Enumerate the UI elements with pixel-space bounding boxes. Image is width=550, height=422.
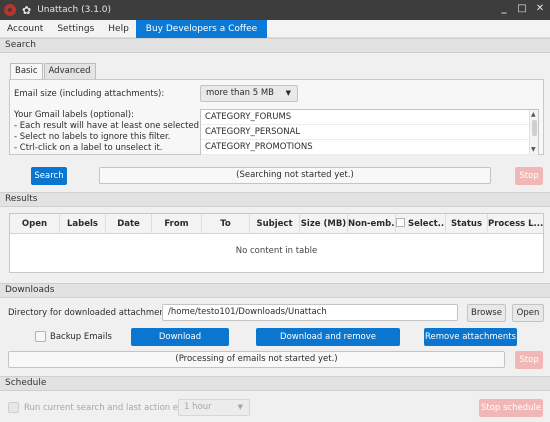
column-header-non-embedded[interactable]: Non-emb... [348, 214, 396, 234]
download-and-remove-button[interactable]: Download and remove attachments [256, 328, 400, 360]
tab-basic[interactable]: Basic [10, 63, 43, 79]
download-directory-field[interactable]: /home/testo101/Downloads/Unattach [162, 304, 458, 321]
stop-schedule-button[interactable]: Stop schedule [479, 399, 543, 417]
title-bar: ✿ Unattach (3.1.0) _ □ ✕ [0, 0, 550, 20]
column-header-open[interactable]: Open [10, 214, 60, 234]
schedule-interval-value: 1 hour [184, 402, 212, 412]
search-tabs: Basic Advanced [10, 63, 97, 79]
scroll-down-icon[interactable]: ▼ [531, 146, 536, 153]
table-empty-message: No content in table [235, 246, 318, 256]
labels-help-line: - Select no labels to ignore this filter… [14, 132, 171, 142]
labels-help-title: Your Gmail labels (optional): [14, 110, 134, 120]
column-header-to[interactable]: To [202, 214, 250, 234]
download-directory-label: Directory for downloaded attachments: [8, 308, 176, 318]
remove-attachments-button[interactable]: Remove attachments [424, 328, 517, 346]
gmail-labels-list[interactable]: CATEGORY_FORUMS CATEGORY_PERSONAL CATEGO… [200, 109, 539, 155]
menu-settings[interactable]: Settings [50, 20, 101, 38]
chevron-down-icon: ▼ [237, 403, 243, 411]
label-list-item[interactable]: CATEGORY_PROMOTIONS [201, 140, 538, 155]
open-directory-button[interactable]: Open [512, 304, 544, 322]
menu-account[interactable]: Account [0, 20, 50, 38]
column-header-selected-label: Select... [408, 219, 446, 229]
search-section-header[interactable]: Search [0, 38, 550, 53]
menu-help[interactable]: Help [101, 20, 136, 38]
download-attachments-button[interactable]: Download attachments [131, 328, 229, 360]
window-title: Unattach (3.1.0) [37, 5, 112, 15]
column-header-process-log[interactable]: Process L... [488, 214, 543, 234]
processing-status: (Processing of emails not started yet.) [8, 351, 505, 368]
column-header-status[interactable]: Status [446, 214, 488, 234]
labels-help-line: - Each result will have at least one sel… [14, 121, 226, 131]
close-icon[interactable]: ✕ [534, 3, 546, 14]
search-stop-button[interactable]: Stop [515, 167, 543, 185]
labels-scrollbar[interactable]: ▲ ▼ [529, 110, 538, 154]
label-list-item[interactable]: CATEGORY_FORUMS [201, 110, 538, 125]
label-list-item[interactable]: CATEGORY_PERSONAL [201, 125, 538, 140]
chevron-down-icon: ▼ [285, 89, 291, 97]
menu-buy-coffee[interactable]: Buy Developers a Coffee [135, 19, 268, 38]
maximize-icon[interactable]: □ [516, 3, 528, 14]
results-section-header[interactable]: Results [0, 192, 550, 207]
results-table-header: Open Labels Date From To Subject Size (M… [10, 214, 543, 234]
email-size-value: more than 5 MB [206, 88, 275, 98]
tab-advanced[interactable]: Advanced [43, 63, 96, 79]
column-header-subject[interactable]: Subject [250, 214, 300, 234]
browse-button[interactable]: Browse [467, 304, 506, 322]
schedule-run-label: Run current search and last action every [24, 403, 197, 413]
processing-stop-button[interactable]: Stop [515, 351, 543, 369]
scrollbar-thumb[interactable] [532, 120, 537, 136]
scroll-up-icon[interactable]: ▲ [531, 111, 536, 118]
column-header-selected[interactable]: Select... [396, 214, 446, 234]
backup-emails-checkbox[interactable] [35, 331, 46, 342]
select-all-checkbox[interactable] [396, 218, 405, 227]
menu-bar: Account Settings Help Buy Developers a C… [0, 19, 550, 38]
minimize-icon[interactable]: _ [498, 3, 510, 14]
gear-icon[interactable]: ✿ [22, 4, 31, 17]
column-header-date[interactable]: Date [106, 214, 152, 234]
window-controls: _ □ ✕ [498, 3, 546, 14]
column-header-size[interactable]: Size (MB) [300, 214, 348, 234]
backup-emails-label: Backup Emails [50, 332, 112, 342]
results-table[interactable]: Open Labels Date From To Subject Size (M… [9, 213, 544, 273]
labels-help-line: - Ctrl-click on a label to unselect it. [14, 143, 163, 153]
email-size-label: Email size (including attachments): [14, 89, 165, 99]
schedule-section-header[interactable]: Schedule [0, 376, 550, 391]
unattach-logo-icon [4, 4, 16, 16]
email-size-select[interactable]: more than 5 MB ▼ [200, 85, 298, 102]
search-button[interactable]: Search [31, 167, 67, 185]
schedule-checkbox[interactable] [8, 402, 19, 413]
downloads-section-header[interactable]: Downloads [0, 283, 550, 298]
column-header-labels[interactable]: Labels [60, 214, 106, 234]
column-header-from[interactable]: From [152, 214, 202, 234]
search-status: (Searching not started yet.) [99, 167, 491, 184]
schedule-interval-select[interactable]: 1 hour ▼ [178, 399, 250, 416]
